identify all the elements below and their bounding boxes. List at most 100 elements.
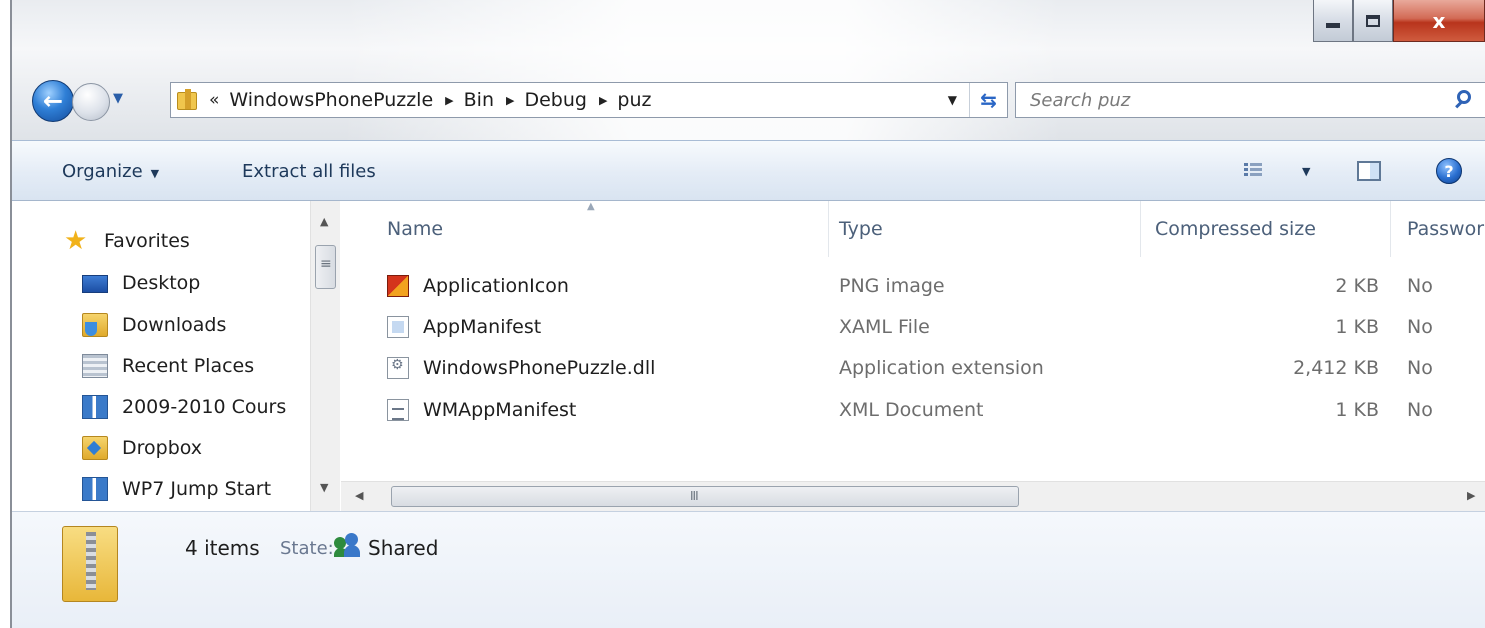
sidebar-item-dropbox[interactable]: Dropbox: [82, 430, 202, 466]
maximize-icon: [1366, 14, 1380, 27]
library-icon: [82, 477, 108, 501]
back-arrow-icon: ←: [42, 87, 64, 115]
scroll-up-icon[interactable]: ▲: [320, 215, 328, 228]
column-header-type[interactable]: Type: [829, 201, 1141, 257]
file-type: PNG image: [839, 275, 945, 297]
command-bar: Organize ▼ Extract all files ▼ ?: [12, 140, 1485, 201]
breadcrumb-item[interactable]: Debug: [524, 89, 586, 111]
navigation-pane-scrollbar[interactable]: ▲ ▼: [310, 201, 340, 511]
preview-pane-icon[interactable]: [1357, 161, 1381, 181]
maximize-button[interactable]: [1353, 0, 1393, 42]
file-row[interactable]: WMAppManifest XML Document 1 KB No: [341, 390, 1485, 430]
refresh-icon: ⇆: [980, 88, 997, 112]
navigation-pane: ★ Favorites Desktop Downloads Recent Pla…: [12, 201, 340, 511]
column-header-password[interactable]: Passwor: [1391, 201, 1485, 257]
organize-button[interactable]: Organize ▼: [62, 161, 159, 182]
navigation-row: ← ▼ « WindowsPhonePuzzle ▶ Bin ▶ Debug ▶…: [12, 78, 1485, 122]
xml-document-icon: [387, 399, 409, 421]
breadcrumb-separator-icon[interactable]: ▶: [445, 94, 453, 107]
address-dropdown-icon[interactable]: ▼: [948, 93, 957, 107]
sidebar-item-label: Dropbox: [122, 437, 203, 459]
column-header-compressed-size[interactable]: Compressed size: [1141, 201, 1391, 257]
file-password: No: [1407, 275, 1433, 297]
sidebar-item-label: 2009-2010 Cours: [122, 396, 287, 418]
file-name: ApplicationIcon: [423, 275, 569, 297]
sidebar-item-label: Recent Places: [122, 355, 255, 377]
search-icon[interactable]: [1455, 90, 1475, 110]
breadcrumb-item[interactable]: puz: [617, 89, 651, 111]
close-button[interactable]: x: [1393, 0, 1485, 42]
file-row[interactable]: WindowsPhonePuzzle.dll Application exten…: [341, 348, 1485, 388]
horizontal-scrollbar[interactable]: ◀ ▶: [341, 481, 1485, 511]
file-password: No: [1407, 316, 1433, 338]
back-button[interactable]: ←: [32, 80, 74, 122]
search-input[interactable]: [1030, 89, 1430, 111]
address-bar[interactable]: « WindowsPhonePuzzle ▶ Bin ▶ Debug ▶ puz…: [170, 82, 1008, 118]
sidebar-item-downloads[interactable]: Downloads: [82, 307, 226, 343]
breadcrumb-separator-icon[interactable]: ▶: [599, 94, 607, 107]
sidebar-item-label: Desktop: [122, 272, 201, 294]
details-pane: 4 items State: Shared: [12, 511, 1485, 628]
file-name: AppManifest: [423, 316, 542, 338]
refresh-button[interactable]: ⇆: [969, 83, 1007, 117]
scroll-left-icon[interactable]: ◀: [355, 489, 363, 502]
change-view-icon[interactable]: [1244, 163, 1262, 179]
sidebar-item-wp7-jump-start[interactable]: WP7 Jump Start: [82, 471, 271, 507]
sidebar-item-recent-places[interactable]: Recent Places: [82, 348, 254, 384]
scroll-right-icon[interactable]: ▶: [1467, 489, 1475, 502]
scrollbar-thumb[interactable]: [391, 486, 1019, 507]
help-icon[interactable]: ?: [1436, 158, 1462, 184]
chevron-down-icon: ▼: [150, 167, 160, 180]
state-value: Shared: [368, 536, 439, 560]
file-size: 2 KB: [1335, 275, 1379, 297]
state-label: State:: [280, 538, 334, 559]
column-header-name[interactable]: Name: [341, 201, 829, 257]
file-type: Application extension: [839, 357, 1044, 379]
search-box: [1015, 82, 1485, 118]
png-image-icon: [387, 275, 409, 297]
dll-file-icon: [387, 357, 409, 379]
file-size: 1 KB: [1335, 399, 1379, 421]
scroll-down-icon[interactable]: ▼: [320, 481, 328, 494]
desktop-icon: [82, 275, 108, 293]
minimize-button[interactable]: [1313, 0, 1353, 42]
recent-places-icon: [82, 354, 108, 378]
recent-pages-dropdown[interactable]: ▼: [113, 91, 123, 106]
star-icon: ★: [64, 226, 88, 256]
explorer-window: x ← ▼ « WindowsPhonePuzzle ▶ Bin ▶ Debug…: [10, 0, 1485, 628]
breadcrumb-item[interactable]: Bin: [464, 89, 494, 111]
folder-icon: [177, 89, 199, 111]
shared-users-icon: [334, 533, 360, 559]
breadcrumb-item[interactable]: WindowsPhonePuzzle: [229, 89, 433, 111]
extract-label: Extract all files: [242, 161, 376, 182]
breadcrumb-overflow[interactable]: «: [209, 90, 219, 110]
sidebar-item-label: Favorites: [104, 230, 190, 252]
file-size: 1 KB: [1335, 316, 1379, 338]
file-list: ▲ Name Type Compressed size Passwor Appl…: [341, 201, 1485, 511]
sidebar-item-2009-2010-courses[interactable]: 2009-2010 Cours: [82, 389, 286, 425]
downloads-folder-icon: [82, 313, 108, 337]
extract-all-button[interactable]: Extract all files: [242, 161, 376, 182]
caption-buttons: x: [1313, 0, 1485, 42]
file-row[interactable]: ApplicationIcon PNG image 2 KB No: [341, 266, 1485, 306]
title-bar: x ← ▼ « WindowsPhonePuzzle ▶ Bin ▶ Debug…: [12, 0, 1485, 140]
item-count: 4 items: [185, 536, 260, 560]
file-row[interactable]: AppManifest XAML File 1 KB No: [341, 307, 1485, 347]
breadcrumb-separator-icon[interactable]: ▶: [506, 94, 514, 107]
scrollbar-thumb[interactable]: [315, 245, 336, 289]
file-size: 2,412 KB: [1293, 357, 1379, 379]
close-icon: x: [1432, 8, 1446, 33]
view-options-dropdown-icon[interactable]: ▼: [1302, 165, 1310, 178]
library-icon: [82, 395, 108, 419]
file-password: No: [1407, 357, 1433, 379]
file-password: No: [1407, 399, 1433, 421]
xaml-file-icon: [387, 316, 409, 338]
file-type: XAML File: [839, 316, 930, 338]
organize-label: Organize: [62, 161, 143, 182]
sidebar-item-desktop[interactable]: Desktop: [82, 265, 200, 301]
forward-button[interactable]: [72, 83, 110, 121]
file-name: WMAppManifest: [423, 399, 577, 421]
sidebar-item-favorites[interactable]: ★ Favorites: [64, 223, 190, 259]
file-type: XML Document: [839, 399, 984, 421]
dropbox-folder-icon: [82, 436, 108, 460]
